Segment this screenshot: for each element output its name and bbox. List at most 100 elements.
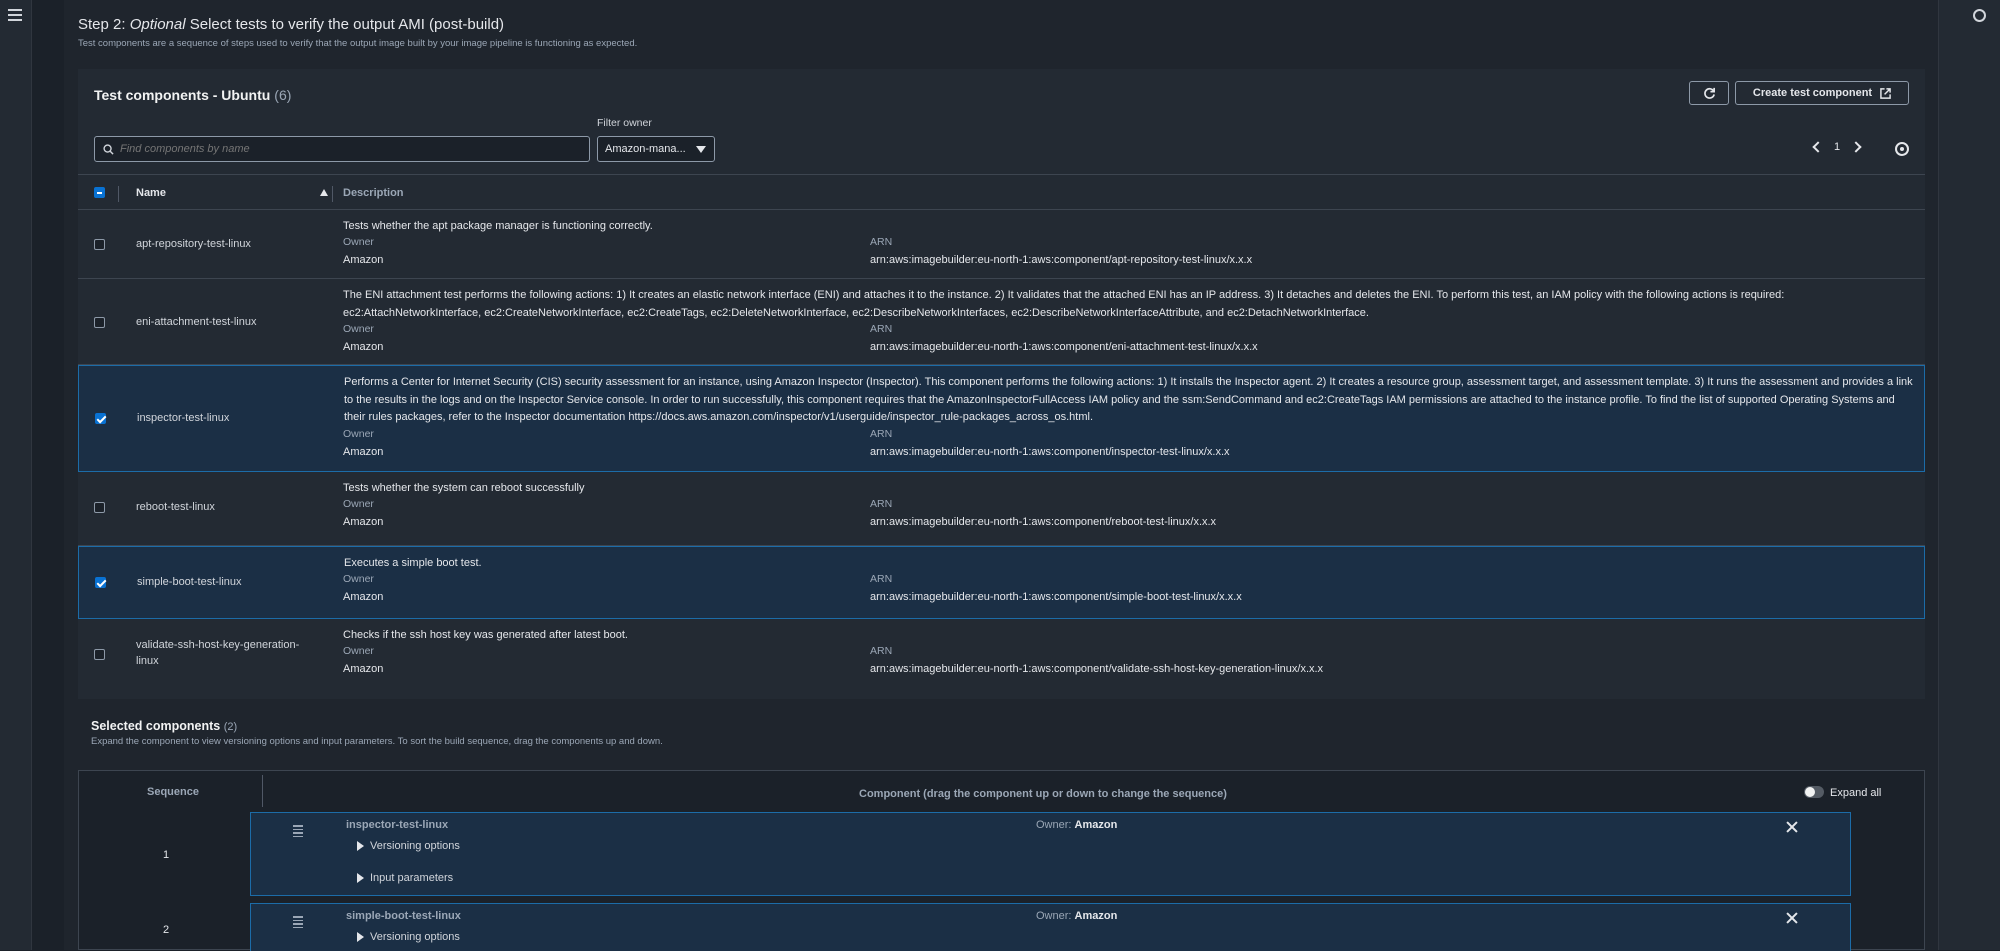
arn-value: arn:aws:imagebuilder:eu-north-1:aws:comp… <box>870 516 1217 528</box>
component-name: simple-boot-test-linux <box>137 576 242 588</box>
owner-value: Amazon <box>343 341 384 353</box>
selected-components-title: Selected components (2) <box>91 719 238 733</box>
column-divider <box>262 775 263 807</box>
owner-label: Owner <box>343 573 374 585</box>
main-content: Step 2: Optional Select tests to verify … <box>64 0 1938 951</box>
remove-component-icon[interactable] <box>1786 821 1798 833</box>
row-checkbox[interactable] <box>94 317 105 328</box>
selected-component-card[interactable]: simple-boot-test-linux Owner: Amazon Ver… <box>250 903 1851 951</box>
owner-label: Owner <box>343 498 374 510</box>
versioning-options-expander[interactable]: Versioning options <box>357 840 460 852</box>
component-name: reboot-test-linux <box>136 501 215 513</box>
arn-label: ARN <box>870 428 893 440</box>
arn-label: ARN <box>870 236 893 248</box>
arn-value: arn:aws:imagebuilder:eu-north-1:aws:comp… <box>870 446 1230 458</box>
search-components <box>94 136 590 162</box>
right-tools-bar <box>1938 0 2000 950</box>
arn-label: ARN <box>870 498 893 510</box>
row-checkbox[interactable] <box>94 239 105 250</box>
owner-value: Amazon <box>343 591 384 603</box>
search-icon <box>103 143 114 155</box>
next-page-icon[interactable] <box>1850 141 1862 153</box>
arn-label: ARN <box>870 573 893 585</box>
sequence-panel: Sequence Component (drag the component u… <box>78 770 1925 951</box>
expand-all-label: Expand all <box>1830 787 1882 799</box>
component-name: apt-repository-test-linux <box>136 238 251 250</box>
table-row-selected[interactable]: simple-boot-test-linux Executes a simple… <box>78 546 1925 619</box>
caret-down-icon <box>696 146 706 153</box>
component-description: Checks if the ssh host key was generated… <box>343 629 628 641</box>
page-number[interactable]: 1 <box>1834 141 1840 153</box>
component-description: Tests whether the apt package manager is… <box>343 220 653 232</box>
drag-handle-icon[interactable] <box>293 825 303 839</box>
table-preferences-icon[interactable] <box>1895 142 1909 156</box>
expand-all-toggle[interactable] <box>1804 786 1824 798</box>
arn-value: arn:aws:imagebuilder:eu-north-1:aws:comp… <box>870 591 1242 603</box>
column-header-name[interactable]: Name <box>136 187 166 199</box>
arn-value: arn:aws:imagebuilder:eu-north-1:aws:comp… <box>870 254 1253 266</box>
selected-component-owner: Owner: Amazon <box>1036 819 1118 831</box>
step-title: Step 2: Optional Select tests to verify … <box>78 16 505 33</box>
row-checkbox[interactable] <box>94 649 105 660</box>
component-description: Executes a simple boot test. <box>344 557 482 569</box>
create-test-component-button[interactable]: Create test component <box>1735 81 1909 105</box>
hamburger-menu-icon[interactable] <box>8 9 22 24</box>
owner-label: Owner <box>343 645 374 657</box>
sequence-number: 2 <box>163 924 170 936</box>
table-row[interactable]: eni-attachment-test-linux The ENI attach… <box>78 279 1925 365</box>
component-description: Tests whether the system can reboot succ… <box>343 482 585 494</box>
pagination: 1 <box>1812 141 1862 153</box>
owner-label: Owner <box>343 236 374 248</box>
left-navigation-bar <box>0 0 32 950</box>
row-checkbox-checked[interactable] <box>95 413 106 424</box>
filter-owner-select[interactable]: Amazon-mana... <box>597 136 715 162</box>
table-row-selected[interactable]: inspector-test-linux Performs a Center f… <box>78 365 1925 472</box>
owner-label: Owner <box>343 428 374 440</box>
row-checkbox-checked[interactable] <box>95 577 106 588</box>
table-row[interactable]: reboot-test-linux Tests whether the syst… <box>78 472 1925 546</box>
selected-component-name: inspector-test-linux <box>346 819 449 831</box>
tools-panel-icon[interactable] <box>1973 9 1986 22</box>
column-header-description: Description <box>343 187 404 199</box>
caret-right-icon <box>357 841 364 851</box>
sort-ascending-icon[interactable] <box>320 189 328 196</box>
column-divider <box>332 186 333 202</box>
sequence-header: Sequence <box>147 786 199 798</box>
component-name: validate-ssh-host-key-generation-linux <box>136 639 300 667</box>
step-description: Test components are a sequence of steps … <box>78 38 638 49</box>
external-link-icon <box>1880 87 1891 99</box>
select-all-checkbox[interactable] <box>94 187 105 198</box>
component-description: Performs a Center for Internet Security … <box>344 376 1913 423</box>
previous-page-icon[interactable] <box>1812 141 1824 153</box>
table-row[interactable]: apt-repository-test-linux Tests whether … <box>78 210 1925 279</box>
arn-label: ARN <box>870 645 893 657</box>
selected-component-card[interactable]: inspector-test-linux Owner: Amazon Versi… <box>250 812 1851 896</box>
drag-handle-icon[interactable] <box>293 916 303 930</box>
remove-component-icon[interactable] <box>1786 912 1798 924</box>
component-description: The ENI attachment test performs the fol… <box>343 289 1785 319</box>
panel-title: Test components - Ubuntu (6) <box>94 87 292 103</box>
owner-label: Owner <box>343 323 374 335</box>
owner-value: Amazon <box>343 516 384 528</box>
owner-value: Amazon <box>343 254 384 266</box>
input-parameters-expander[interactable]: Input parameters <box>357 872 453 884</box>
column-divider <box>118 186 119 202</box>
arn-value: arn:aws:imagebuilder:eu-north-1:aws:comp… <box>870 663 1324 675</box>
selected-components-description: Expand the component to view versioning … <box>91 736 663 747</box>
filter-owner-label: Filter owner <box>597 117 652 129</box>
arn-value: arn:aws:imagebuilder:eu-north-1:aws:comp… <box>870 341 1258 353</box>
owner-value: Amazon <box>343 446 384 458</box>
component-name: inspector-test-linux <box>137 412 230 424</box>
refresh-button[interactable] <box>1689 81 1729 105</box>
sequence-number: 1 <box>163 849 170 861</box>
component-name: eni-attachment-test-linux <box>136 316 257 328</box>
caret-right-icon <box>357 932 364 942</box>
table-row[interactable]: validate-ssh-host-key-generation-linux C… <box>78 619 1925 692</box>
component-header: Component (drag the component up or down… <box>859 788 1227 800</box>
row-checkbox[interactable] <box>94 502 105 513</box>
caret-right-icon <box>357 873 364 883</box>
search-input[interactable] <box>120 143 560 155</box>
test-components-panel: Test components - Ubuntu (6) Create test … <box>78 69 1925 699</box>
table-header: Name Description <box>78 174 1925 210</box>
versioning-options-expander[interactable]: Versioning options <box>357 931 460 943</box>
